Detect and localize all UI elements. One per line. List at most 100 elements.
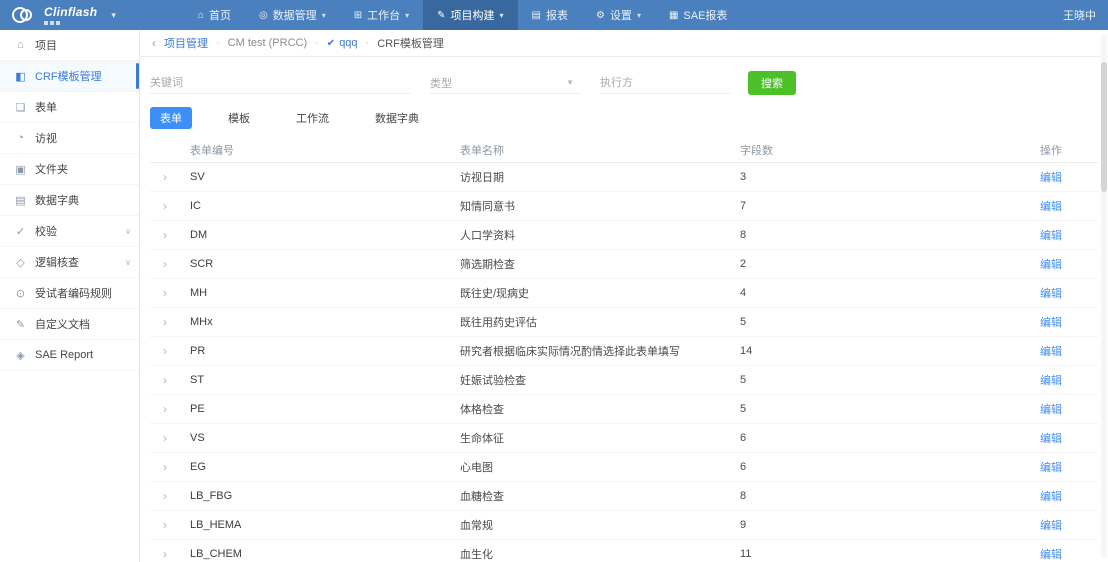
edit-link[interactable]: 编辑 [1030, 401, 1098, 417]
chevron-down-icon: ▾ [499, 10, 504, 20]
header-form-code: 表单编号 [190, 144, 234, 157]
content-panel: 类型 ▼ 搜索 表单 模板 工作流 数据字典 表单编号 表单名称 字段数 操作 › SV 访视日期… [140, 57, 1108, 562]
row-expand-caret-icon[interactable]: › [150, 170, 180, 184]
breadcrumb: ‹ 项目管理 · CM test (PRCC) · ✔ qqq · CRF模板管理 [140, 30, 1108, 57]
row-expand-caret-icon[interactable]: › [150, 199, 180, 213]
top-navbar: Clinflash ▾ ⌂ 首页 ◎ 数据管理 ▾ ⊞ 工作台 ▾ ✎ 项目构建 ▾ ▤ 报表 ⚙ 设置 ▾ ▦… [0, 0, 1108, 30]
sidebar-item-表单[interactable]: ❏ 表单 [0, 92, 139, 123]
header-field-count: 字段数 [740, 144, 773, 157]
tab-模板[interactable]: 模板 [218, 107, 260, 129]
form-code: ST [190, 374, 205, 386]
row-expand-caret-icon[interactable]: › [150, 518, 180, 532]
breadcrumb-item-CRF模板管理: CRF模板管理 [377, 35, 444, 51]
edit-link[interactable]: 编辑 [1030, 169, 1098, 185]
edit-link[interactable]: 编辑 [1030, 198, 1098, 214]
tab-数据字典[interactable]: 数据字典 [365, 107, 429, 129]
field-count: 8 [740, 229, 747, 241]
tab-工作流[interactable]: 工作流 [286, 107, 339, 129]
form-name: 血糖检查 [460, 491, 504, 503]
breadcrumb-label: 项目管理 [164, 38, 208, 50]
breadcrumb-separator: · [315, 37, 319, 49]
sidebar-item-文件夹[interactable]: ▣ 文件夹 [0, 154, 139, 185]
row-expand-caret-icon[interactable]: › [150, 431, 180, 445]
nav-item-项目构建[interactable]: ✎ 项目构建 ▾ [423, 0, 518, 30]
breadcrumb-items: 项目管理 · CM test (PRCC) · ✔ qqq · CRF模板管理 [164, 35, 444, 51]
form-name: 心电图 [460, 462, 493, 474]
form-code: SCR [190, 258, 214, 270]
field-count: 14 [740, 345, 753, 357]
header-action: 操作 [1040, 144, 1062, 157]
brand-chevron-down-icon[interactable]: ▾ [111, 10, 116, 21]
chevron-down-icon: ▼ [566, 78, 574, 87]
sidebar-item-CRF模板管理[interactable]: ◧ CRF模板管理 [0, 61, 139, 92]
row-expand-caret-icon[interactable]: › [150, 547, 180, 561]
type-select[interactable]: 类型 ▼ [430, 72, 580, 94]
breadcrumb-back-icon[interactable]: ‹ [152, 36, 156, 50]
row-expand-caret-icon[interactable]: › [150, 286, 180, 300]
breadcrumb-item-项目管理[interactable]: 项目管理 [164, 35, 208, 51]
row-expand-caret-icon[interactable]: › [150, 373, 180, 387]
edit-link[interactable]: 编辑 [1030, 372, 1098, 388]
table-row: › PE 体格检查 5 编辑 [150, 395, 1098, 424]
clinflash-logo-icon [12, 6, 38, 24]
edit-link[interactable]: 编辑 [1030, 285, 1098, 301]
vertical-scrollbar[interactable] [1101, 34, 1107, 558]
edit-link[interactable]: 编辑 [1030, 343, 1098, 359]
sidebar-item-SAE Report[interactable]: ◈ SAE Report [0, 340, 139, 371]
edit-link[interactable]: 编辑 [1030, 256, 1098, 272]
form-icon: ❏ [15, 101, 26, 114]
subject-code-icon: ⊙ [15, 287, 26, 300]
tab-表单[interactable]: 表单 [150, 107, 192, 129]
user-menu[interactable]: 王晓中 [1063, 7, 1096, 23]
edit-link[interactable]: 编辑 [1030, 430, 1098, 446]
nav-item-首页[interactable]: ⌂ 首页 [184, 0, 245, 30]
row-expand-caret-icon[interactable]: › [150, 489, 180, 503]
edit-link[interactable]: 编辑 [1030, 227, 1098, 243]
nav-item-报表[interactable]: ▤ 报表 [518, 0, 582, 30]
row-expand-caret-icon[interactable]: › [150, 402, 180, 416]
row-expand-caret-icon[interactable]: › [150, 315, 180, 329]
keyword-input[interactable] [150, 72, 410, 94]
sidebar-item-label: SAE Report [35, 349, 94, 361]
executor-input[interactable] [600, 72, 730, 94]
edit-link[interactable]: 编辑 [1030, 314, 1098, 330]
form-name: 血常规 [460, 520, 493, 532]
sidebar-item-label: 自定义文档 [35, 319, 90, 331]
sidebar-item-访视[interactable]: ◔ 访视 [0, 123, 139, 154]
logic-check-icon: ◇ [16, 256, 25, 269]
sidebar-item-数据字典[interactable]: ▤ 数据字典 [0, 185, 139, 216]
edit-link[interactable]: 编辑 [1030, 517, 1098, 533]
sae-report-icon: ▦ [668, 9, 679, 21]
row-expand-caret-icon[interactable]: › [150, 257, 180, 271]
search-button[interactable]: 搜索 [748, 71, 796, 95]
nav-item-工作台[interactable]: ⊞ 工作台 ▾ [340, 0, 423, 30]
edit-link[interactable]: 编辑 [1030, 546, 1098, 562]
sidebar-item-自定义文档[interactable]: ✎ 自定义文档 [0, 309, 139, 340]
visit-icon: ◔ [17, 132, 24, 144]
edit-link[interactable]: 编辑 [1030, 488, 1098, 504]
sidebar-item-逻辑核查[interactable]: ◇ 逻辑核查 ∨ [0, 247, 139, 278]
chevron-down-icon: ∨ [125, 257, 131, 267]
row-expand-caret-icon[interactable]: › [150, 228, 180, 242]
table-row: › ST 妊娠试验检查 5 编辑 [150, 366, 1098, 395]
table-row: › VS 生命体征 6 编辑 [150, 424, 1098, 453]
sidebar-item-项目[interactable]: ⌂ 项目 [0, 30, 139, 61]
data-dictionary-icon: ▤ [15, 194, 26, 207]
nav-item-设置[interactable]: ⚙ 设置 ▾ [582, 0, 655, 30]
sidebar-item-label: 访视 [35, 133, 57, 145]
breadcrumb-item-qqq[interactable]: ✔ qqq [327, 37, 358, 49]
nav-item-数据管理[interactable]: ◎ 数据管理 ▾ [245, 0, 340, 30]
row-expand-caret-icon[interactable]: › [150, 460, 180, 474]
sidebar-item-label: 文件夹 [35, 164, 68, 176]
sidebar-item-校验[interactable]: ✓ 校验 ∨ [0, 216, 139, 247]
row-expand-caret-icon[interactable]: › [150, 344, 180, 358]
nav-item-SAE报表[interactable]: ▦ SAE报表 [655, 0, 741, 30]
field-count: 5 [740, 403, 747, 415]
home-icon: ⌂ [197, 9, 204, 21]
form-name: 筛选期检查 [460, 259, 515, 271]
edit-link[interactable]: 编辑 [1030, 459, 1098, 475]
sidebar-item-label: 受试者编码规则 [35, 288, 112, 300]
table-row: › EG 心电图 6 编辑 [150, 453, 1098, 482]
scrollbar-thumb[interactable] [1101, 62, 1107, 192]
sidebar-item-受试者编码规则[interactable]: ⊙ 受试者编码规则 [0, 278, 139, 309]
